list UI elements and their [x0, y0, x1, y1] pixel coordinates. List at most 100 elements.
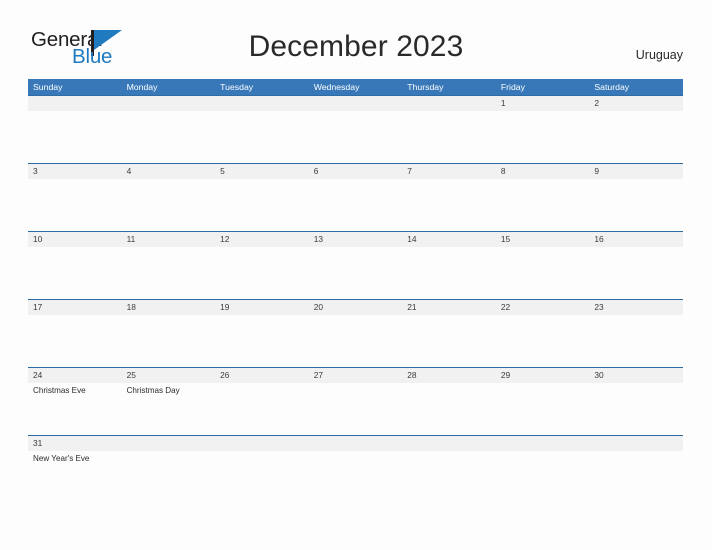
day-events [402, 111, 496, 163]
day-number[interactable]: 15 [496, 232, 590, 247]
event-label: Christmas Day [126, 386, 180, 395]
day-number[interactable]: 3 [28, 164, 122, 179]
day-number[interactable] [122, 436, 216, 451]
day-number[interactable]: 27 [309, 368, 403, 383]
day-number[interactable] [496, 436, 590, 451]
day-events [215, 179, 309, 231]
day-number[interactable]: 13 [309, 232, 403, 247]
day-number[interactable]: 9 [589, 164, 683, 179]
event-label: Christmas Eve [33, 386, 86, 395]
day-number[interactable]: 11 [122, 232, 216, 247]
day-events [28, 179, 122, 231]
day-events [309, 247, 403, 299]
day-events: Christmas Day [122, 383, 216, 435]
day-number[interactable] [122, 96, 216, 111]
day-events [589, 315, 683, 367]
day-events [215, 451, 309, 481]
day-number[interactable] [215, 96, 309, 111]
day-number[interactable]: 16 [589, 232, 683, 247]
day-number[interactable]: 5 [215, 164, 309, 179]
calendar-week-row: 10 11 12 13 14 15 16 [28, 231, 683, 299]
day-events [496, 383, 590, 435]
week-date-band: 24 25 26 27 28 29 30 [28, 368, 683, 383]
day-number[interactable]: 1 [496, 96, 590, 111]
day-number[interactable]: 14 [402, 232, 496, 247]
day-number[interactable] [215, 436, 309, 451]
day-number[interactable] [309, 436, 403, 451]
day-number[interactable] [402, 436, 496, 451]
day-number[interactable]: 29 [496, 368, 590, 383]
day-number[interactable] [28, 96, 122, 111]
week-event-band [28, 247, 683, 299]
day-number[interactable]: 22 [496, 300, 590, 315]
week-event-band: New Year's Eve [28, 451, 683, 481]
day-number[interactable]: 30 [589, 368, 683, 383]
day-number[interactable] [589, 436, 683, 451]
day-number[interactable]: 17 [28, 300, 122, 315]
day-number[interactable]: 28 [402, 368, 496, 383]
day-header-tuesday: Tuesday [220, 82, 254, 92]
week-event-band [28, 179, 683, 231]
day-number[interactable] [309, 96, 403, 111]
day-events [589, 383, 683, 435]
day-events [589, 247, 683, 299]
day-number[interactable]: 20 [309, 300, 403, 315]
day-events [309, 451, 403, 481]
calendar-week-row: 24 25 26 27 28 29 30 Christmas Eve Chris… [28, 367, 683, 435]
week-event-band [28, 111, 683, 163]
day-number[interactable]: 6 [309, 164, 403, 179]
day-number[interactable]: 2 [589, 96, 683, 111]
day-events [215, 383, 309, 435]
day-number[interactable]: 25 [122, 368, 216, 383]
day-number[interactable]: 24 [28, 368, 122, 383]
calendar-page: General Blue December 2023 Uruguay Sunda… [0, 0, 712, 550]
day-events [589, 179, 683, 231]
day-events [589, 451, 683, 481]
calendar-week-row: 3 4 5 6 7 8 9 [28, 163, 683, 231]
day-number[interactable]: 26 [215, 368, 309, 383]
day-number[interactable]: 19 [215, 300, 309, 315]
day-number[interactable]: 23 [589, 300, 683, 315]
day-events [402, 383, 496, 435]
event-label: New Year's Eve [33, 454, 90, 463]
day-header-monday: Monday [126, 82, 158, 92]
week-date-band: 31 [28, 436, 683, 451]
day-events [496, 315, 590, 367]
day-events [215, 247, 309, 299]
day-events [28, 247, 122, 299]
week-date-band: 1 2 [28, 96, 683, 111]
week-date-band: 3 4 5 6 7 8 9 [28, 164, 683, 179]
day-header-wednesday: Wednesday [313, 82, 360, 92]
week-event-band [28, 315, 683, 367]
day-number[interactable]: 8 [496, 164, 590, 179]
day-number[interactable]: 18 [122, 300, 216, 315]
day-number[interactable]: 31 [28, 436, 122, 451]
day-number[interactable]: 12 [215, 232, 309, 247]
page-header: General Blue December 2023 Uruguay [0, 0, 712, 78]
calendar-week-row: 17 18 19 20 21 22 23 [28, 299, 683, 367]
day-header-thursday: Thursday [407, 82, 444, 92]
day-number[interactable]: 10 [28, 232, 122, 247]
day-header-saturday: Saturday [594, 82, 630, 92]
day-events [122, 179, 216, 231]
day-number[interactable] [402, 96, 496, 111]
day-events [122, 111, 216, 163]
day-number[interactable]: 7 [402, 164, 496, 179]
day-number[interactable]: 4 [122, 164, 216, 179]
day-events [496, 451, 590, 481]
day-events [496, 247, 590, 299]
day-events [309, 179, 403, 231]
day-events [402, 315, 496, 367]
day-events [28, 315, 122, 367]
calendar-week-row: 31 New Year's Eve [28, 435, 683, 481]
day-events [122, 451, 216, 481]
week-date-band: 10 11 12 13 14 15 16 [28, 232, 683, 247]
day-events: Christmas Eve [28, 383, 122, 435]
day-events [589, 111, 683, 163]
day-events [28, 111, 122, 163]
day-events [496, 179, 590, 231]
day-events: New Year's Eve [28, 451, 122, 481]
day-events [122, 315, 216, 367]
day-number[interactable]: 21 [402, 300, 496, 315]
day-events [402, 451, 496, 481]
